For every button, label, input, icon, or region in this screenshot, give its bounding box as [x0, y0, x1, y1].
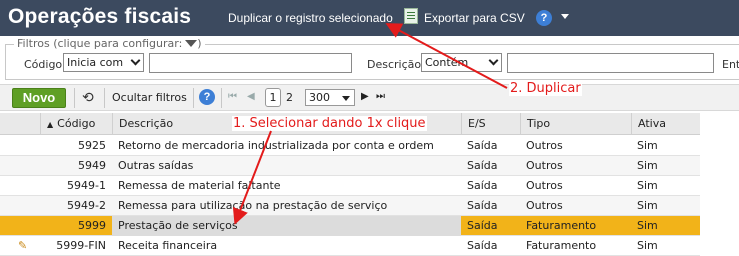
code-filter-label: Código: [24, 58, 63, 71]
cell-active: Sim: [637, 159, 658, 172]
previous-page-icon[interactable]: ◀: [247, 91, 255, 102]
cell-description: Remessa para utilização na prestação de …: [118, 199, 388, 212]
chevron-down-icon: [488, 55, 499, 66]
cell-type: Faturamento: [526, 219, 597, 232]
help-icon[interactable]: ?: [199, 89, 215, 105]
column-header-es[interactable]: E/S: [461, 113, 520, 135]
refresh-icon[interactable]: ⟲: [82, 90, 94, 106]
toolbar-divider: [221, 88, 222, 108]
description-operator-select[interactable]: Contém: [421, 53, 502, 72]
cell-code: 5999: [78, 219, 106, 232]
table-row-selected[interactable]: 5999 Prestação de serviços Saída Faturam…: [0, 216, 700, 236]
cell-description: Remessa de material faltante: [118, 179, 281, 192]
csv-export-icon[interactable]: [404, 8, 418, 24]
toolbar-divider: [104, 88, 105, 108]
cell-description: Outras saídas: [118, 159, 194, 172]
cell-description: Prestação de serviços: [112, 216, 461, 236]
cell-es: Saída: [467, 179, 498, 192]
grid-toolbar: [0, 84, 739, 111]
chevron-down-icon: [130, 55, 141, 66]
cell-es: Saída: [467, 199, 498, 212]
next-page-icon[interactable]: ▶: [361, 91, 369, 102]
toolbar-divider: [193, 88, 194, 108]
cell-active: Sim: [637, 239, 658, 252]
code-filter-input[interactable]: [149, 53, 352, 73]
sort-ascending-icon: ▲: [47, 120, 54, 129]
cell-code: 5999-FIN: [56, 239, 106, 252]
cell-active: Sim: [637, 179, 658, 192]
cell-type: Outros: [526, 159, 563, 172]
column-header-type[interactable]: Tipo: [520, 113, 631, 135]
column-header-code[interactable]: ▲ Código: [40, 113, 112, 135]
page-title: Operações fiscais: [8, 5, 192, 28]
chevron-down-icon[interactable]: [561, 14, 569, 19]
cell-es: Saída: [467, 239, 498, 252]
cell-es: Saída: [467, 159, 498, 172]
annotation-step-select: 1. Selecionar dando 1x clique: [232, 116, 427, 131]
last-page-icon[interactable]: ⏭: [376, 91, 385, 102]
toolbar-divider: [74, 88, 75, 108]
column-header-active[interactable]: Ativa: [631, 113, 700, 135]
first-page-icon[interactable]: ⏮: [228, 91, 237, 102]
cell-active: Sim: [637, 139, 658, 152]
table-row[interactable]: 5949 Outras saídas Saída Outros Sim: [0, 156, 700, 176]
cell-es: Saída: [467, 219, 498, 232]
help-icon[interactable]: ?: [536, 10, 552, 26]
filters-legend[interactable]: Filtros (clique para configurar:): [14, 37, 205, 50]
cell-es: Saída: [467, 139, 498, 152]
filters-legend-text: Filtros (clique para configurar:: [17, 37, 183, 50]
cell-active: Sim: [637, 219, 658, 232]
cell-description: Receita financeira: [118, 239, 218, 252]
edit-pencil-icon[interactable]: ✎: [18, 236, 32, 256]
export-csv-button[interactable]: Exportar para CSV: [424, 11, 525, 25]
cell-type: Outros: [526, 199, 563, 212]
description-filter-label: Descrição: [367, 58, 422, 71]
table-row[interactable]: 5925 Retorno de mercadoria industrializa…: [0, 136, 700, 156]
extra-filter-label: Ent: [722, 58, 739, 71]
description-filter-input[interactable]: [507, 53, 714, 73]
cell-code: 5949: [78, 159, 106, 172]
cell-type: Outros: [526, 139, 563, 152]
duplicate-record-button[interactable]: Duplicar o registro selecionado: [228, 11, 393, 25]
cell-description: Retorno de mercadoria industrializada po…: [118, 139, 434, 152]
new-button[interactable]: Novo: [12, 88, 66, 108]
chevron-down-icon: [342, 96, 350, 101]
table-row[interactable]: ✎ 5999-FIN Receita financeira Saída Fatu…: [0, 236, 700, 256]
page-size-select[interactable]: 300: [305, 89, 355, 106]
cell-code: 5949-1: [67, 179, 106, 192]
page-link-2[interactable]: 2: [286, 91, 293, 104]
cell-type: Outros: [526, 179, 563, 192]
table-row[interactable]: 5949-1 Remessa de material faltante Saíd…: [0, 176, 700, 196]
cell-active: Sim: [637, 199, 658, 212]
hide-filters-button[interactable]: Ocultar filtros: [112, 91, 187, 104]
row-marker-header: [0, 113, 40, 135]
cell-type: Faturamento: [526, 239, 597, 252]
table-row[interactable]: 5949-2 Remessa para utilização na presta…: [0, 196, 700, 216]
funnel-icon[interactable]: [185, 39, 198, 47]
code-operator-select[interactable]: Inicia com: [63, 53, 144, 72]
current-page-indicator[interactable]: 1: [265, 88, 281, 107]
cell-code: 5949-2: [67, 199, 106, 212]
cell-code: 5925: [78, 139, 106, 152]
annotation-step-duplicate: 2. Duplicar: [509, 81, 582, 96]
